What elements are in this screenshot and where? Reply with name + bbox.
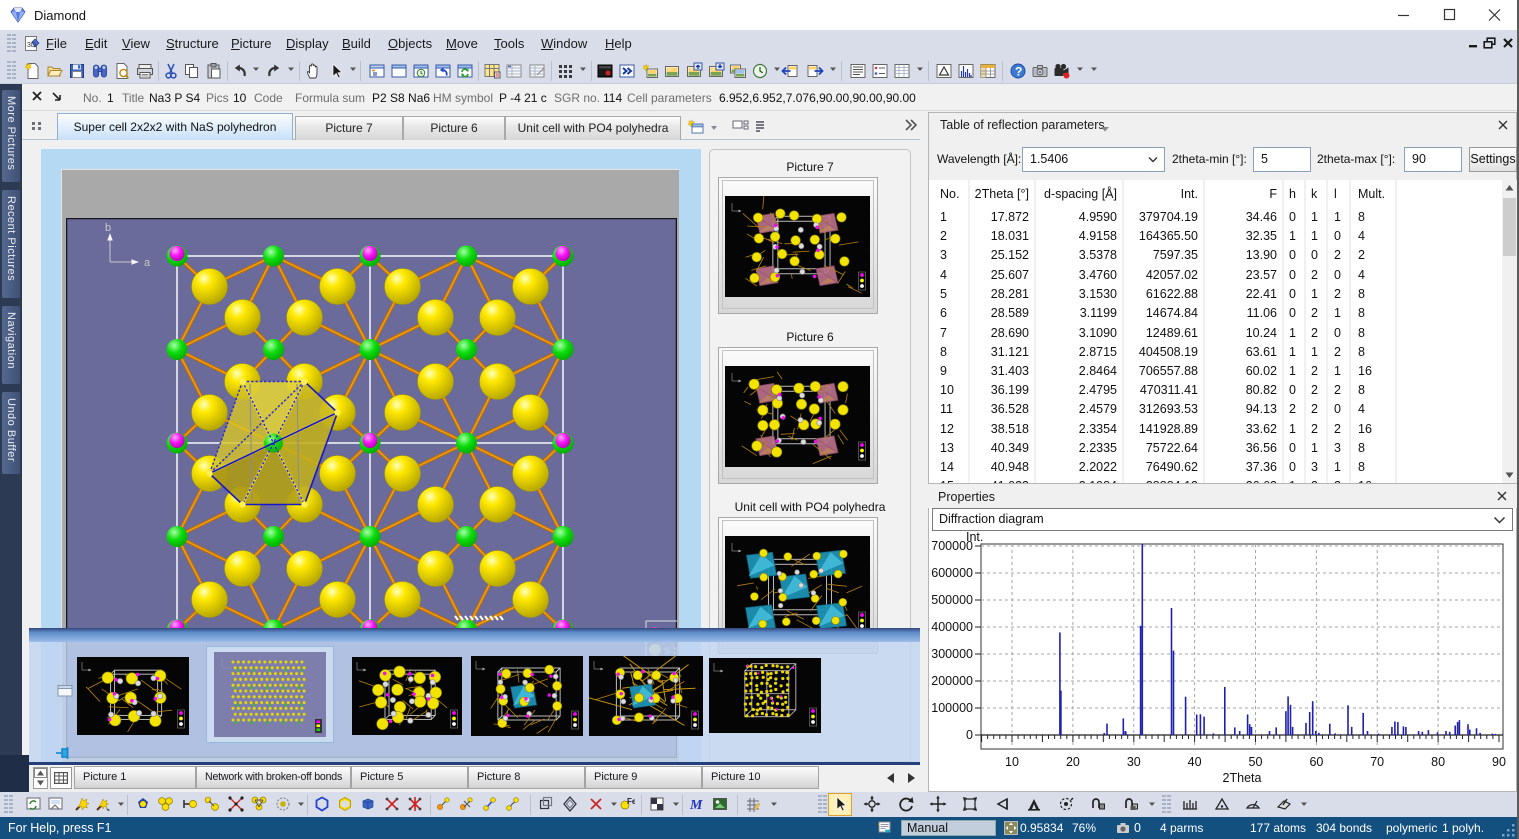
- svg-text:80: 80: [1431, 755, 1445, 769]
- svg-text:Int.: Int.: [966, 531, 983, 544]
- svg-text:20: 20: [1066, 755, 1080, 769]
- svg-text:30: 30: [1127, 755, 1141, 769]
- svg-text:0: 0: [966, 728, 973, 742]
- svg-text:500000: 500000: [931, 593, 973, 607]
- svg-text:50: 50: [1249, 755, 1263, 769]
- svg-text:a: a: [144, 257, 151, 269]
- svg-text:40: 40: [1188, 755, 1202, 769]
- svg-text:70: 70: [1370, 755, 1384, 769]
- svg-text:10: 10: [1005, 755, 1019, 769]
- svg-text:100000: 100000: [931, 701, 973, 715]
- svg-text:3D: 3D: [27, 42, 36, 49]
- svg-text:600000: 600000: [931, 566, 973, 580]
- svg-text:400000: 400000: [931, 620, 973, 634]
- svg-text:2Theta: 2Theta: [1223, 771, 1262, 785]
- svg-text:Fe: Fe: [627, 797, 635, 806]
- svg-text:b: b: [105, 222, 111, 234]
- svg-text:90: 90: [1492, 755, 1506, 769]
- svg-text:60: 60: [1309, 755, 1323, 769]
- svg-text:?: ?: [1015, 65, 1022, 79]
- svg-text:M: M: [689, 798, 703, 813]
- svg-text:300000: 300000: [931, 647, 973, 661]
- svg-text:200000: 200000: [931, 674, 973, 688]
